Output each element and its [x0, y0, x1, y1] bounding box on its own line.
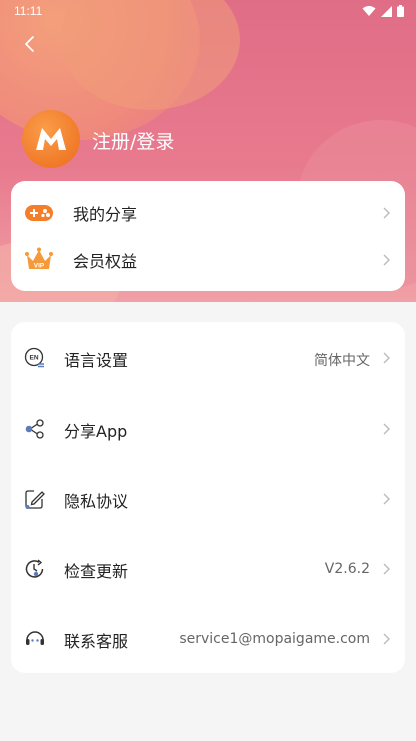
- setting-value: service1@mopaigame.com: [179, 631, 370, 647]
- chevron-right-icon: [383, 633, 390, 645]
- signal-icon: [381, 5, 392, 17]
- vip-crown-icon: VIP: [24, 247, 54, 273]
- chevron-right-icon: [383, 493, 390, 505]
- quick-link-label: 我的分享: [73, 205, 138, 224]
- update-icon: [25, 559, 44, 578]
- chevron-right-icon: [383, 254, 390, 266]
- avatar[interactable]: [22, 110, 80, 168]
- app-logo-icon: [36, 128, 66, 150]
- chevron-right-icon: [383, 207, 390, 219]
- chevron-left-icon: [25, 36, 34, 52]
- settings-card: EN 语言设置 简体中文 分享App 隐私协议 检查更新 V2.6.2 联系客服…: [11, 322, 405, 673]
- svg-text:EN: EN: [29, 355, 38, 362]
- vip-benefits-item[interactable]: VIP 会员权益: [11, 237, 405, 283]
- language-settings-item[interactable]: EN 语言设置 简体中文: [11, 323, 405, 393]
- status-bar: 11:11: [0, 0, 416, 24]
- status-time: 11:11: [14, 4, 43, 18]
- login-register-link[interactable]: 注册/登录: [92, 127, 174, 154]
- my-share-item[interactable]: 我的分享: [11, 190, 405, 236]
- back-button[interactable]: [18, 32, 42, 56]
- setting-label: 检查更新: [64, 562, 129, 581]
- quick-link-label: 会员权益: [73, 252, 138, 271]
- share-app-item[interactable]: 分享App: [11, 394, 405, 464]
- setting-value: V2.6.2: [324, 561, 370, 577]
- chevron-right-icon: [383, 563, 390, 575]
- setting-value: 简体中文: [314, 353, 370, 369]
- setting-label: 语言设置: [64, 351, 129, 370]
- customer-service-item[interactable]: 联系客服 service1@mopaigame.com: [11, 604, 405, 674]
- quick-links-card: 我的分享 VIP 会员权益: [11, 181, 405, 291]
- gamepad-share-icon: [24, 200, 54, 226]
- share-icon: [25, 419, 44, 439]
- check-update-item[interactable]: 检查更新 V2.6.2: [11, 534, 405, 604]
- privacy-edit-icon: [25, 490, 45, 509]
- privacy-policy-item[interactable]: 隐私协议: [11, 464, 405, 534]
- language-icon: EN: [24, 347, 44, 368]
- chevron-right-icon: [383, 423, 390, 435]
- status-icons: [362, 5, 404, 17]
- setting-label: 分享App: [64, 422, 128, 441]
- setting-label: 隐私协议: [64, 492, 129, 511]
- customer-service-icon: [26, 631, 44, 645]
- battery-icon: [397, 5, 404, 17]
- setting-label: 联系客服: [64, 632, 129, 651]
- chevron-right-icon: [383, 352, 390, 364]
- wifi-icon: [362, 5, 376, 17]
- svg-text:VIP: VIP: [34, 263, 45, 270]
